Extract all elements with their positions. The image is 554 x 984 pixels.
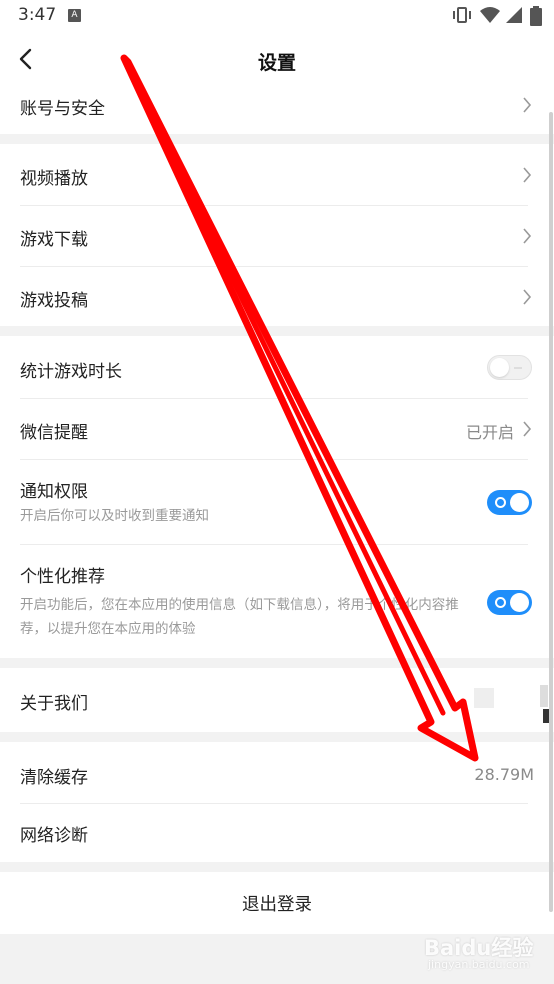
network-diagnosis-label: 网络诊断 — [20, 826, 88, 846]
game-submission-label: 游戏投稿 — [20, 291, 88, 311]
notification-permission-desc: 开启后你可以及时收到重要通知 — [20, 508, 209, 524]
personalized-recommend-desc: 开启功能后，您在本应用的使用信息（如下载信息），将用于个性化内容推荐，以提升您在… — [20, 597, 459, 637]
toggle-knob — [510, 593, 529, 612]
game-download-label: 游戏下载 — [20, 230, 88, 250]
status-bar: 3:47 A — [0, 0, 554, 32]
row-clear-cache[interactable]: 清除缓存 28.79M — [0, 742, 554, 803]
page-title: 设置 — [257, 52, 296, 74]
toggle-off-mark — [514, 367, 522, 369]
status-time: 3:47 — [18, 5, 57, 25]
play-time-stats-label: 统计游戏时长 — [20, 362, 122, 382]
signal-icon — [506, 7, 522, 23]
chevron-right-icon — [523, 167, 532, 183]
account-security-label: 账号与安全 — [20, 99, 105, 119]
vibrate-icon — [453, 7, 471, 23]
baidu-watermark: Baidu经验 jingyan.baidu.com — [424, 928, 534, 976]
scrollbar[interactable] — [549, 112, 553, 912]
chevron-right-icon — [523, 228, 532, 244]
watermark-url: jingyan.baidu.com — [428, 958, 530, 971]
battery-icon — [530, 6, 542, 26]
toggle-knob — [510, 493, 529, 512]
notification-a-icon: A — [68, 9, 81, 22]
section-storage: 清除缓存 28.79M 网络诊断 — [0, 742, 554, 862]
about-us-label: 关于我们 — [20, 694, 88, 714]
personalized-recommend-toggle[interactable] — [487, 590, 532, 615]
row-about-us[interactable]: 关于我们 — [0, 668, 554, 732]
cache-size-value: 28.79M — [474, 765, 534, 784]
blurred-region — [540, 685, 548, 707]
chevron-right-icon — [523, 289, 532, 305]
row-play-time-stats: 统计游戏时长 — [0, 336, 554, 398]
video-playback-label: 视频播放 — [20, 169, 88, 189]
row-game-download[interactable]: 游戏下载 — [0, 206, 554, 266]
toggle-on-mark — [495, 497, 506, 508]
wechat-reminder-label: 微信提醒 — [20, 423, 88, 443]
section-media: 视频播放 游戏下载 游戏投稿 — [0, 144, 554, 326]
row-personalized-recommend: 个性化推荐 开启功能后，您在本应用的使用信息（如下载信息），将用于个性化内容推荐… — [0, 545, 554, 658]
play-time-stats-toggle[interactable] — [487, 355, 532, 380]
chevron-right-icon — [523, 97, 532, 113]
wechat-reminder-status: 已开启 — [465, 423, 514, 442]
row-account-security[interactable]: 账号与安全 — [0, 88, 554, 134]
row-video-playback[interactable]: 视频播放 — [0, 144, 554, 205]
chevron-right-icon — [523, 421, 532, 437]
section-preferences: 统计游戏时长 微信提醒 已开启 通知权限 开启后你可以及时收到重要通知 个性化推… — [0, 336, 554, 658]
app-header: 设置 — [0, 32, 554, 88]
logout-label: 退出登录 — [242, 895, 312, 915]
clear-cache-label: 清除缓存 — [20, 768, 88, 788]
row-network-diagnosis[interactable]: 网络诊断 — [0, 804, 554, 862]
notification-permission-toggle[interactable] — [487, 490, 532, 515]
section-about: 关于我们 — [0, 668, 554, 732]
row-game-submission[interactable]: 游戏投稿 — [0, 267, 554, 326]
blurred-region — [474, 688, 494, 708]
row-wechat-reminder[interactable]: 微信提醒 已开启 — [0, 399, 554, 459]
row-notification-permission: 通知权限 开启后你可以及时收到重要通知 — [0, 460, 554, 544]
wifi-icon — [480, 7, 500, 23]
toggle-knob — [490, 358, 509, 377]
toggle-on-mark — [495, 597, 506, 608]
notification-permission-label: 通知权限 — [20, 482, 88, 502]
logout-button[interactable]: 退出登录 — [0, 872, 554, 934]
section-account: 账号与安全 — [0, 88, 554, 134]
personalized-recommend-label: 个性化推荐 — [20, 567, 105, 587]
